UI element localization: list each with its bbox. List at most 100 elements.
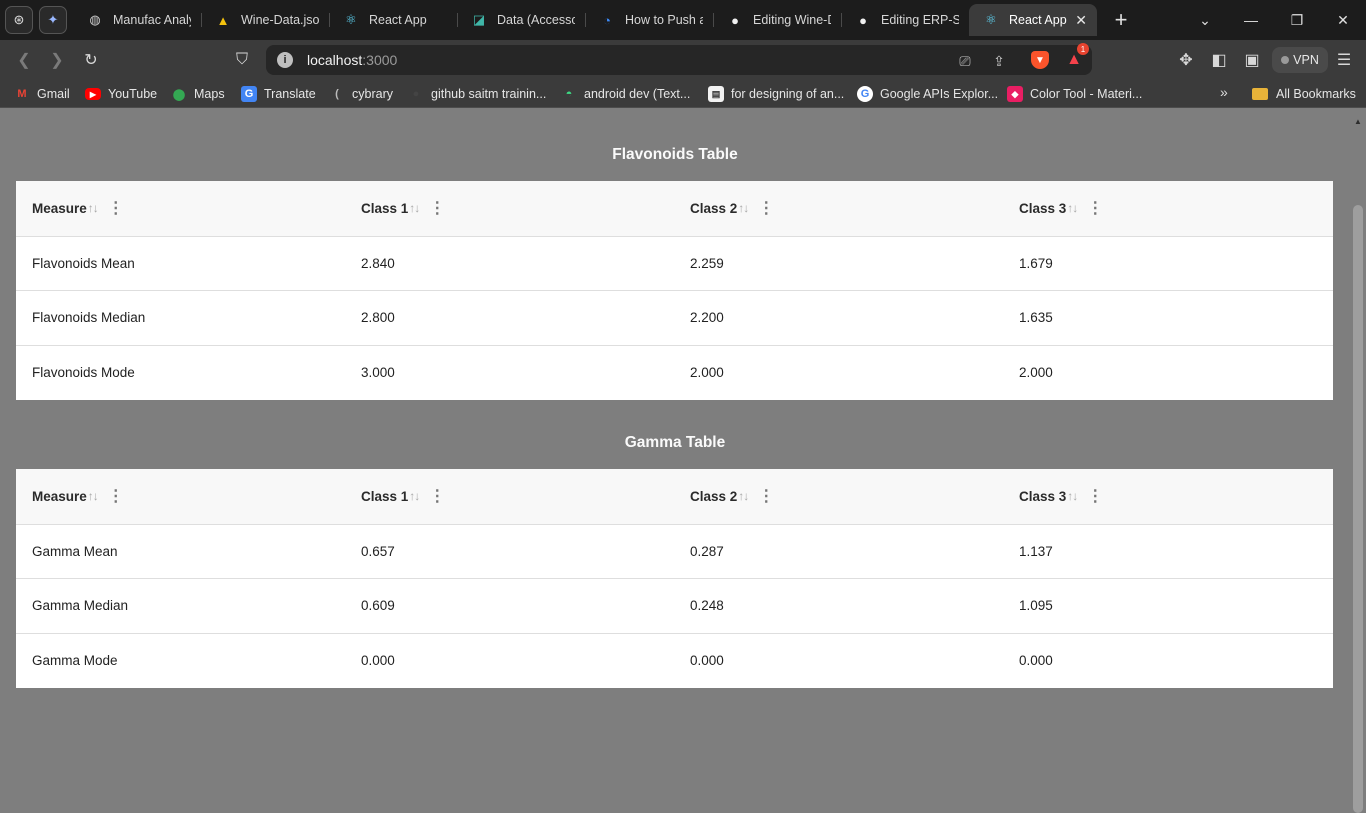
column-menu-icon[interactable]: ⋮ bbox=[429, 486, 445, 506]
column-header-measure[interactable]: Measure ↑↓ ⋮ bbox=[16, 181, 345, 237]
sort-icon[interactable]: ↑↓ bbox=[88, 201, 99, 215]
sort-icon[interactable]: ↑↓ bbox=[1067, 201, 1078, 215]
google-icon: G bbox=[857, 86, 873, 102]
wallet-icon[interactable]: ▣ bbox=[1238, 46, 1266, 74]
table-row: Gamma Mode 0.000 0.000 0.000 bbox=[16, 633, 1333, 688]
column-menu-icon[interactable]: ⋮ bbox=[1087, 198, 1103, 218]
scroll-up-icon[interactable]: ▲ bbox=[1354, 117, 1362, 126]
sort-icon[interactable]: ↑↓ bbox=[409, 489, 420, 503]
column-menu-icon[interactable]: ⋮ bbox=[108, 486, 124, 506]
sidebar-icon[interactable]: ◧ bbox=[1205, 46, 1233, 74]
column-header-class-3[interactable]: Class 3 ↑↓ ⋮ bbox=[1003, 181, 1333, 237]
bookmark-color-tool[interactable]: ◆ Color Tool - Materi... bbox=[1007, 85, 1142, 103]
bookmark-google-apis[interactable]: G Google APIs Explor... bbox=[857, 85, 998, 103]
table-cell: 0.657 bbox=[345, 524, 674, 579]
bookmark-label: android dev (Text... bbox=[584, 87, 691, 101]
tab-3[interactable]: ◪ Data (Accessories) bbox=[457, 4, 585, 36]
menu-icon[interactable]: ☰ bbox=[1330, 46, 1358, 74]
youtube-icon: ▶ bbox=[85, 88, 101, 100]
bookmark-gmail[interactable]: M Gmail bbox=[14, 85, 69, 103]
column-header-label: Class 3 bbox=[1019, 200, 1067, 216]
tab-2[interactable]: ⚛ React App bbox=[329, 4, 457, 36]
table-row: Gamma Median 0.609 0.248 1.095 bbox=[16, 578, 1333, 634]
table-cell: 2.259 bbox=[674, 236, 1003, 291]
table-cell: 0.000 bbox=[1019, 653, 1053, 668]
bookmark-label: Color Tool - Materi... bbox=[1030, 87, 1143, 101]
column-header-class-2[interactable]: Class 2 ↑↓ ⋮ bbox=[674, 181, 1003, 237]
browser-toolbar: ❮ ❯ ↻ ⛉ i localhost:3000 ⎚ ⇪ ▼ ▲ 1 ✥ ◧ ▣… bbox=[0, 40, 1366, 80]
tab-4[interactable]: ◔ How to Push an bbox=[585, 4, 713, 36]
vpn-label: VPN bbox=[1293, 53, 1319, 67]
restore-icon[interactable]: ❐ bbox=[1274, 0, 1320, 40]
share-icon[interactable]: ⇪ bbox=[990, 52, 1008, 70]
sort-icon[interactable]: ↑↓ bbox=[409, 201, 420, 215]
column-menu-icon[interactable]: ⋮ bbox=[429, 198, 445, 218]
tab-0[interactable]: ◍ Manufac Analytics bbox=[73, 4, 201, 36]
column-header-class-1[interactable]: Class 1 ↑↓ ⋮ bbox=[345, 469, 674, 525]
bookmark-icon[interactable]: ⛉ bbox=[228, 46, 256, 74]
tab-5[interactable]: ● Editing Wine-Data bbox=[713, 4, 841, 36]
page-scrollbar[interactable]: ▲ bbox=[1350, 109, 1366, 813]
maps-icon: ⬤ bbox=[172, 88, 186, 101]
column-menu-icon[interactable]: ⋮ bbox=[758, 198, 774, 218]
close-tab-icon[interactable]: ✕ bbox=[1075, 12, 1087, 29]
sort-icon[interactable]: ↑↓ bbox=[738, 489, 749, 503]
reload-icon[interactable]: ↻ bbox=[77, 46, 105, 74]
gamma-table: Measure ↑↓ ⋮ Class 1 ↑↓ ⋮ Class 2 ↑↓ ⋮ Class 3… bbox=[16, 469, 1333, 688]
tab-title: Data (Accessories) bbox=[497, 13, 575, 27]
address-bar[interactable]: i localhost:3000 ⎚ ⇪ bbox=[266, 45, 1092, 75]
tab-title: Editing ERP-System bbox=[881, 13, 959, 27]
scrollbar-thumb[interactable] bbox=[1353, 205, 1363, 813]
tab-7-active[interactable]: ⚛ React App ✕ bbox=[969, 4, 1097, 36]
flavonoids-table-title: Flavonoids Table bbox=[612, 146, 738, 163]
tab-title: React App bbox=[1009, 13, 1067, 27]
bookmark-designing[interactable]: ▤ for designing of an... bbox=[708, 85, 844, 103]
sort-icon[interactable]: ↑↓ bbox=[738, 201, 749, 215]
extensions-icon[interactable]: ✥ bbox=[1172, 46, 1200, 74]
bookmark-translate[interactable]: G Translate bbox=[241, 85, 316, 103]
column-header-class-3[interactable]: Class 3 ↑↓ ⋮ bbox=[1003, 469, 1333, 525]
install-app-icon[interactable]: ⎚ bbox=[956, 52, 974, 70]
new-tab-button[interactable]: + bbox=[1105, 4, 1137, 36]
site-info-icon[interactable]: i bbox=[277, 52, 293, 68]
column-header-class-1[interactable]: Class 1 ↑↓ ⋮ bbox=[345, 181, 674, 237]
close-window-icon[interactable]: ✕ bbox=[1320, 0, 1366, 40]
pinned-tab-leo[interactable]: ✦ bbox=[39, 6, 67, 34]
bookmark-maps[interactable]: ⬤ Maps bbox=[171, 85, 225, 103]
forward-icon[interactable]: ❯ bbox=[43, 46, 71, 74]
more-bookmarks-icon[interactable]: » bbox=[1220, 84, 1228, 100]
table-cell: 2.000 bbox=[1019, 365, 1053, 380]
vpn-button[interactable]: VPN bbox=[1272, 47, 1328, 73]
url-port: :3000 bbox=[362, 52, 398, 68]
bookmarks-bar: M Gmail ▶ YouTube ⬤ Maps G Translate ( c… bbox=[0, 80, 1366, 108]
column-header-class-2[interactable]: Class 2 ↑↓ ⋮ bbox=[674, 469, 1003, 525]
rewards-badge: 1 bbox=[1077, 43, 1089, 55]
page-content: Flavonoids Table Measure ↑↓ ⋮ Class 1 ↑↓ ⋮ C… bbox=[0, 109, 1350, 720]
pinned-tab-chatgpt[interactable]: ⊛ bbox=[5, 6, 33, 34]
table-header-row: Measure ↑↓ ⋮ Class 1 ↑↓ ⋮ Class 2 ↑↓ ⋮ Class 3… bbox=[16, 469, 1333, 525]
bookmark-youtube[interactable]: ▶ YouTube bbox=[85, 85, 157, 103]
minimize-icon[interactable]: — bbox=[1228, 0, 1274, 40]
sort-icon[interactable]: ↑↓ bbox=[1067, 489, 1078, 503]
column-menu-icon[interactable]: ⋮ bbox=[758, 486, 774, 506]
column-menu-icon[interactable]: ⋮ bbox=[108, 198, 124, 218]
tab-1[interactable]: ▲ Wine-Data.json bbox=[201, 4, 329, 36]
flavonoids-table: Measure ↑↓ ⋮ Class 1 ↑↓ ⋮ Class 2 ↑↓ ⋮ Class 3… bbox=[16, 181, 1333, 400]
sparkle-icon: ✦ bbox=[47, 12, 59, 27]
table-row: Flavonoids Median 2.800 2.200 1.635 bbox=[16, 290, 1333, 346]
tab-title: Editing Wine-Data bbox=[753, 13, 831, 27]
bookmark-android-dev[interactable]: ◓ android dev (Text... bbox=[561, 85, 691, 103]
table-cell: 0.609 bbox=[345, 578, 674, 634]
all-bookmarks-button[interactable]: All Bookmarks bbox=[1252, 85, 1356, 103]
column-header-label: Measure bbox=[32, 488, 87, 504]
column-menu-icon[interactable]: ⋮ bbox=[1087, 486, 1103, 506]
tab-search-chevron-icon[interactable]: ⌄ bbox=[1182, 0, 1228, 40]
bookmark-cybrary[interactable]: ( cybrary bbox=[329, 85, 393, 103]
table-cell: 3.000 bbox=[361, 365, 395, 380]
brave-shields-icon[interactable]: ▼ bbox=[1031, 51, 1049, 69]
column-header-measure[interactable]: Measure ↑↓ ⋮ bbox=[16, 469, 345, 525]
back-icon[interactable]: ❮ bbox=[10, 46, 38, 74]
bookmark-github-saitm[interactable]: ● github saitm trainin... bbox=[408, 85, 547, 103]
tab-6[interactable]: ● Editing ERP-System bbox=[841, 4, 969, 36]
sort-icon[interactable]: ↑↓ bbox=[88, 489, 99, 503]
